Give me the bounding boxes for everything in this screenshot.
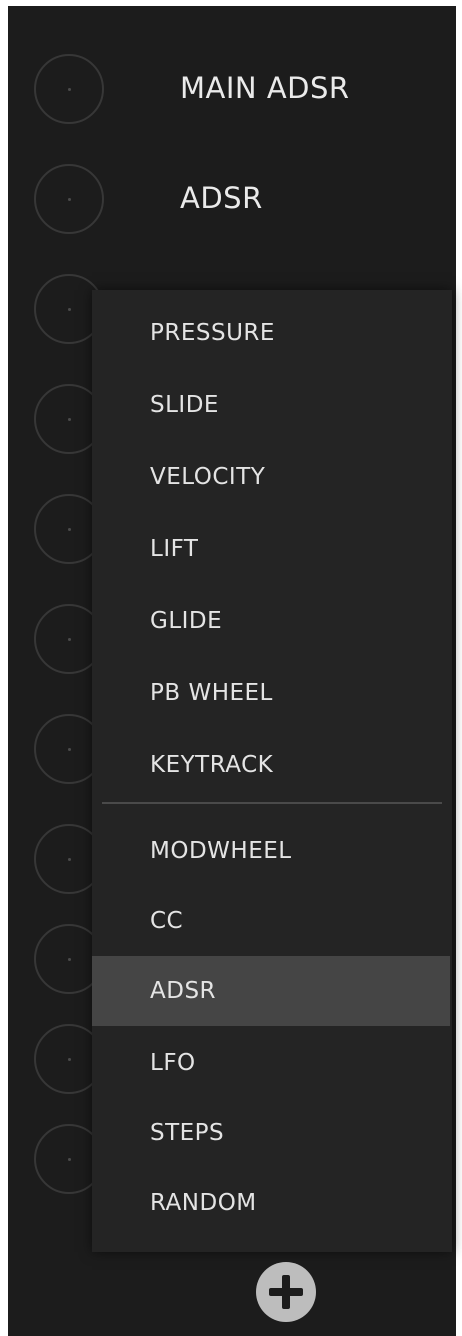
menu-item-cc[interactable]: CC bbox=[92, 886, 450, 956]
menu-item-random[interactable]: RANDOM bbox=[92, 1168, 450, 1238]
menu-divider bbox=[102, 802, 442, 804]
menu-item-pb-wheel[interactable]: PB WHEEL bbox=[92, 658, 450, 728]
menu-item-velocity[interactable]: VELOCITY bbox=[92, 442, 450, 512]
menu-item-keytrack[interactable]: KEYTRACK bbox=[92, 730, 450, 800]
menu-item-lfo[interactable]: LFO bbox=[92, 1028, 450, 1098]
menu-item-adsr[interactable]: ADSR bbox=[92, 956, 450, 1026]
mod-amount-knob[interactable] bbox=[34, 164, 104, 234]
menu-item-modwheel[interactable]: MODWHEEL bbox=[92, 816, 450, 886]
menu-item-glide[interactable]: GLIDE bbox=[92, 586, 450, 656]
menu-item-slide[interactable]: SLIDE bbox=[92, 370, 450, 440]
menu-item-steps[interactable]: STEPS bbox=[92, 1098, 450, 1168]
modulator-source-label[interactable]: ADSR bbox=[180, 184, 263, 213]
mod-amount-knob[interactable] bbox=[34, 54, 104, 124]
menu-item-pressure[interactable]: PRESSURE bbox=[92, 298, 450, 368]
plus-circle-icon[interactable] bbox=[256, 1262, 316, 1322]
modulator-source-label[interactable]: MAIN ADSR bbox=[180, 74, 350, 103]
mod-source-dropdown-menu: PRESSURE SLIDE VELOCITY LIFT GLIDE PB WH… bbox=[92, 290, 452, 1252]
menu-item-lift[interactable]: LIFT bbox=[92, 514, 450, 584]
modulation-panel: MAIN ADSR ADSR PRESSURE SLIDE VELOCITY L… bbox=[8, 6, 456, 1336]
